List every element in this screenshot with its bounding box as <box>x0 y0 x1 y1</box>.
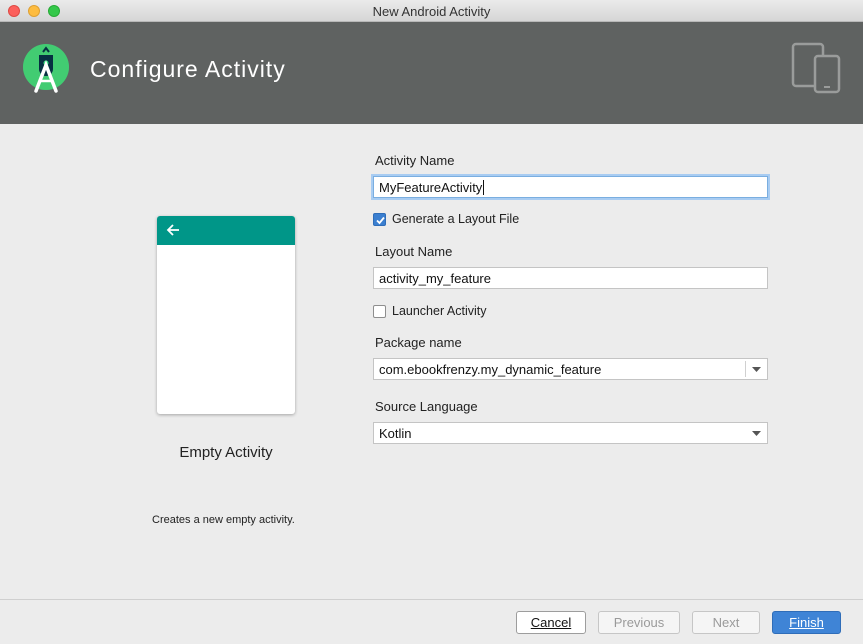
activity-name-input[interactable]: MyFeatureActivity <box>373 176 768 198</box>
launcher-activity-checkbox[interactable]: Launcher Activity <box>373 304 487 318</box>
android-studio-logo-icon <box>23 44 69 93</box>
source-language-label: Source Language <box>375 399 478 414</box>
package-name-label: Package name <box>375 335 462 350</box>
checkbox-checked-icon <box>373 212 386 226</box>
back-arrow-icon <box>166 224 179 236</box>
generate-layout-checkbox[interactable]: Generate a Layout File <box>373 212 519 226</box>
page-title: Configure Activity <box>90 56 286 82</box>
activity-name-value: MyFeatureActivity <box>379 179 483 195</box>
layout-name-label: Layout Name <box>375 244 453 259</box>
header-banner: Configure Activity <box>0 22 863 124</box>
layout-name-input[interactable]: activity_my_feature <box>373 267 768 289</box>
window-title: New Android Activity <box>372 4 491 19</box>
template-description: Creates a new empty activity. <box>152 514 295 526</box>
launcher-activity-label: Launcher Activity <box>392 304 487 318</box>
generate-layout-label: Generate a Layout File <box>392 212 520 226</box>
next-label: Next <box>712 615 740 630</box>
next-button[interactable]: Next <box>692 611 760 634</box>
text-caret <box>483 179 485 195</box>
layout-name-value: activity_my_feature <box>379 270 491 286</box>
footer-divider <box>0 599 863 600</box>
combo-separator <box>745 361 746 377</box>
activity-name-label: Activity Name <box>375 153 455 168</box>
devices-icon <box>791 42 841 94</box>
chevron-down-icon[interactable] <box>752 367 761 373</box>
previous-button[interactable]: Previous <box>598 611 680 634</box>
template-name: Empty Activity <box>179 444 273 461</box>
chevron-down-icon <box>752 431 761 436</box>
previous-label: Previous <box>613 615 665 630</box>
preview-app-bar <box>157 216 295 245</box>
finish-label: Finish <box>789 615 824 630</box>
cancel-button[interactable]: Cancel <box>516 611 586 634</box>
package-name-combo[interactable]: com.ebookfrenzy.my_dynamic_feature <box>373 358 768 380</box>
package-name-value: com.ebookfrenzy.my_dynamic_feature <box>379 361 602 377</box>
checkbox-unchecked-icon <box>373 304 386 318</box>
activity-preview-image <box>157 216 295 414</box>
finish-button[interactable]: Finish <box>772 611 841 634</box>
window-titlebar: New Android Activity <box>0 0 863 22</box>
source-language-select[interactable]: Kotlin <box>373 422 768 444</box>
cancel-label: Cancel <box>530 615 572 630</box>
source-language-value: Kotlin <box>379 425 412 441</box>
